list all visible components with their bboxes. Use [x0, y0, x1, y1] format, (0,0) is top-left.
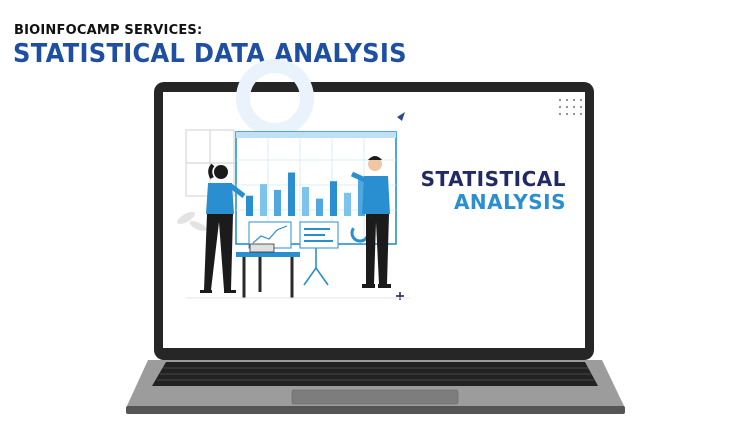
- chart-bar: [330, 181, 337, 216]
- laptop-illustration: [126, 59, 625, 414]
- desk-top: [236, 252, 300, 257]
- touchpad: [291, 389, 459, 405]
- chart-bar: [344, 192, 351, 216]
- chart-bar: [260, 184, 267, 216]
- chart-bar: [302, 187, 309, 216]
- screen-title-line1: STATISTICAL: [420, 167, 566, 191]
- screen-title-line2: ANALYSIS: [453, 190, 566, 214]
- chart-bar: [246, 195, 253, 216]
- chart-bar: [316, 198, 323, 216]
- board-top-bar: [236, 132, 396, 138]
- chart-bar: [288, 172, 295, 216]
- laptop-base-edge: [126, 406, 625, 414]
- monitor-icon: [249, 243, 275, 253]
- chart-bar: [274, 189, 281, 216]
